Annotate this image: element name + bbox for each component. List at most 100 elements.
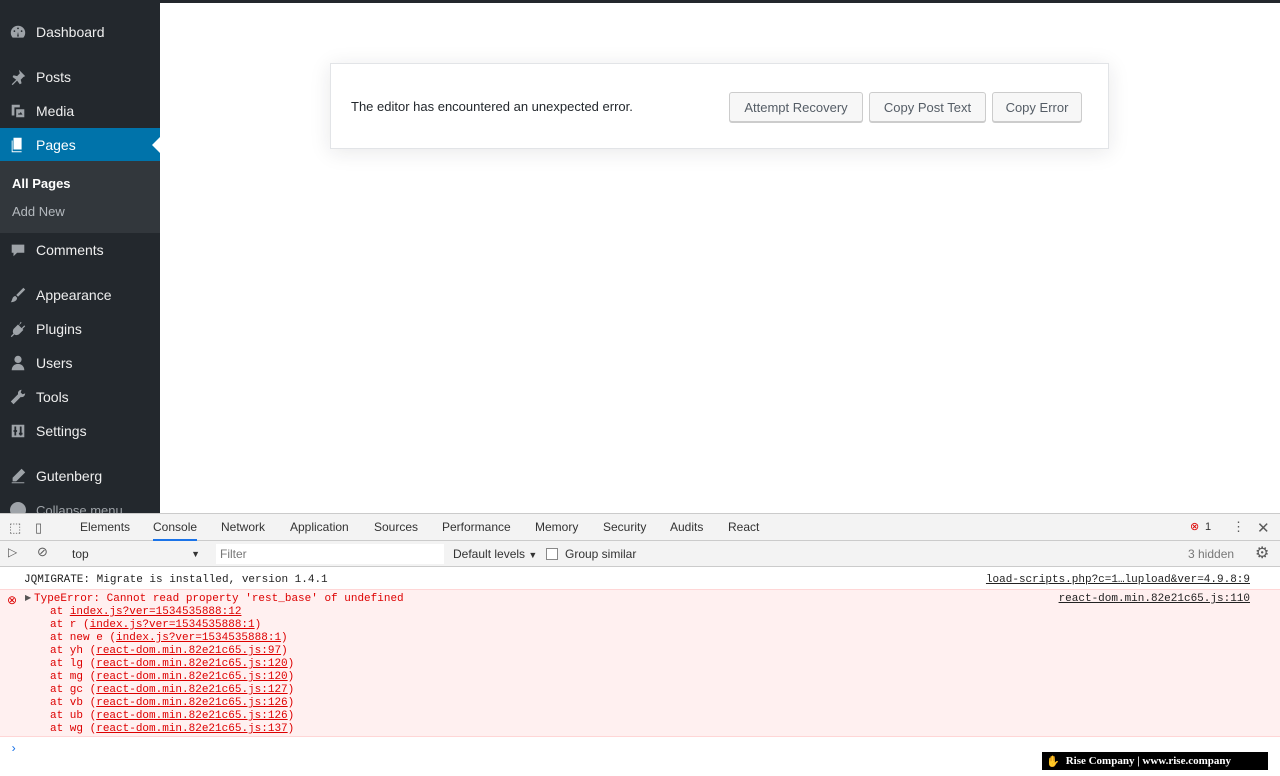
- close-icon[interactable]: ✕: [1257, 519, 1270, 537]
- stack-frame-prefix: at gc (: [50, 684, 97, 696]
- pages-submenu: All Pages Add New: [0, 161, 160, 233]
- watermark: ✋ Rise Company | www.rise.company: [1042, 752, 1268, 770]
- log-levels-label: Default levels: [453, 547, 526, 561]
- tab-security[interactable]: Security: [603, 514, 646, 541]
- sidebar-item-label: Appearance: [36, 287, 112, 303]
- tab-react[interactable]: React: [728, 514, 759, 541]
- stack-frame-prefix: at mg (: [50, 671, 97, 683]
- clear-console-icon[interactable]: ⊘: [37, 544, 48, 560]
- pages-icon: [0, 136, 36, 154]
- stack-frame-suffix: ): [281, 632, 288, 644]
- stack-frame-suffix: ): [281, 645, 288, 657]
- hidden-count: 3 hidden: [1188, 547, 1235, 561]
- stack-trace-line: at ub (react-dom.min.82e21c65.js:126): [50, 710, 294, 722]
- tab-audits[interactable]: Audits: [670, 514, 703, 541]
- more-options-icon[interactable]: ⋮: [1232, 519, 1245, 535]
- tab-application[interactable]: Application: [290, 514, 349, 541]
- tab-network[interactable]: Network: [221, 514, 265, 541]
- sidebar-item-gutenberg[interactable]: Gutenberg: [0, 459, 160, 493]
- sidebar-item-comments[interactable]: Comments: [0, 233, 160, 267]
- stack-frame-suffix: ): [287, 697, 295, 709]
- comments-icon: [0, 241, 36, 259]
- stack-frame-link[interactable]: index.js?ver=1534535888:1: [116, 632, 281, 644]
- device-toolbar-icon[interactable]: ▯: [35, 520, 42, 536]
- stack-frame-link[interactable]: react-dom.min.82e21c65.js:126: [96, 710, 287, 722]
- dashboard-icon: [0, 23, 36, 41]
- console-toolbar: ▷ ⊘ top ▼ Default levels ▼ Group similar…: [0, 541, 1280, 567]
- stack-frame-link[interactable]: react-dom.min.82e21c65.js:127: [96, 684, 287, 696]
- media-icon: [0, 102, 36, 120]
- brush-icon: [0, 286, 36, 304]
- editor-error-notice: The editor has encountered an unexpected…: [330, 63, 1109, 149]
- console-error-message: ⊗ ▶ TypeError: Cannot read property 'res…: [0, 589, 1280, 737]
- sidebar-item-label: Comments: [36, 242, 104, 258]
- sidebar-item-tools[interactable]: Tools: [0, 380, 160, 414]
- collapse-menu[interactable]: Collapse menu: [0, 498, 160, 513]
- sidebar-item-posts[interactable]: Posts: [0, 60, 160, 94]
- stack-frame-link[interactable]: react-dom.min.82e21c65.js:120: [96, 671, 287, 683]
- stack-frame-suffix: ): [254, 619, 262, 631]
- error-count[interactable]: 1: [1205, 514, 1211, 541]
- stack-frame-suffix: ): [287, 658, 295, 670]
- devtools-panel: ⬚ ▯ Elements Console Network Application…: [0, 513, 1280, 775]
- stack-trace-line: at lg (react-dom.min.82e21c65.js:120): [50, 658, 294, 670]
- tab-memory[interactable]: Memory: [535, 514, 578, 541]
- group-similar-label: Group similar: [565, 547, 637, 561]
- copy-post-text-button[interactable]: Copy Post Text: [869, 92, 986, 122]
- pencil-icon: [0, 467, 36, 485]
- console-prompt-icon[interactable]: ›: [10, 742, 17, 756]
- settings-icon: [0, 422, 36, 440]
- stack-frame-prefix: at vb (: [50, 697, 97, 709]
- console-log-message: JQMIGRATE: Migrate is installed, version…: [0, 572, 1280, 590]
- sidebar-item-settings[interactable]: Settings: [0, 414, 160, 448]
- error-source-link[interactable]: react-dom.min.82e21c65.js:110: [1059, 593, 1250, 605]
- attempt-recovery-button[interactable]: Attempt Recovery: [729, 92, 863, 122]
- stack-frame-suffix: ): [287, 710, 295, 722]
- stack-frame-link[interactable]: react-dom.min.82e21c65.js:137: [96, 723, 287, 735]
- context-select[interactable]: top ▼: [66, 544, 206, 564]
- sidebar-item-users[interactable]: Users: [0, 346, 160, 380]
- tab-elements[interactable]: Elements: [80, 514, 130, 541]
- sidebar-item-label: Gutenberg: [36, 468, 103, 484]
- submenu-item-add-new[interactable]: Add New: [12, 204, 65, 219]
- gear-icon[interactable]: ⚙: [1255, 543, 1269, 563]
- stack-trace-line: at r (index.js?ver=1534535888:1): [50, 619, 261, 631]
- sidebar-item-dashboard[interactable]: Dashboard: [0, 15, 160, 49]
- plugin-icon: [0, 320, 36, 338]
- log-levels-select[interactable]: Default levels ▼: [453, 547, 537, 561]
- sidebar-item-label: Plugins: [36, 321, 82, 337]
- sidebar-item-label: Settings: [36, 423, 87, 439]
- stack-trace-line: at mg (react-dom.min.82e21c65.js:120): [50, 671, 294, 683]
- stack-frame-link[interactable]: react-dom.min.82e21c65.js:120: [96, 658, 287, 670]
- copy-error-button[interactable]: Copy Error: [992, 92, 1082, 122]
- stack-frame-suffix: ): [287, 684, 295, 696]
- stack-frame-prefix: at lg (: [50, 658, 97, 670]
- expand-triangle-icon[interactable]: ▶: [25, 593, 31, 603]
- tab-performance[interactable]: Performance: [442, 514, 511, 541]
- stack-frame-link[interactable]: index.js?ver=1534535888:12: [70, 606, 242, 618]
- stack-frame-link[interactable]: index.js?ver=1534535888:1: [90, 619, 255, 631]
- sidebar-item-media[interactable]: Media: [0, 94, 160, 128]
- inspect-element-icon[interactable]: ⬚: [9, 520, 21, 536]
- stack-trace-line: at yh (react-dom.min.82e21c65.js:97): [50, 645, 288, 657]
- dropdown-arrow-icon: ▼: [528, 550, 538, 560]
- group-similar-checkbox[interactable]: [546, 548, 558, 560]
- sidebar-item-label: Users: [36, 355, 73, 371]
- sidebar-item-label: Tools: [36, 389, 69, 405]
- error-icon: ⊗: [7, 594, 18, 608]
- stack-frame-link[interactable]: react-dom.min.82e21c65.js:97: [96, 645, 281, 657]
- sidebar-item-pages[interactable]: Pages: [0, 128, 160, 162]
- admin-sidebar: Dashboard Posts Media Pages All Pages Ad…: [0, 0, 160, 513]
- watermark-text: Rise Company | www.rise.company: [1065, 755, 1231, 767]
- console-filter-input[interactable]: [216, 544, 444, 564]
- sidebar-item-appearance[interactable]: Appearance: [0, 278, 160, 312]
- submenu-item-all-pages[interactable]: All Pages: [12, 176, 71, 191]
- tab-console[interactable]: Console: [153, 514, 198, 541]
- tab-sources[interactable]: Sources: [374, 514, 418, 541]
- sidebar-item-plugins[interactable]: Plugins: [0, 312, 160, 346]
- sidebar-toggle-icon[interactable]: ▷: [8, 545, 17, 559]
- log-text: JQMIGRATE: Migrate is installed, version…: [24, 574, 328, 586]
- log-source-link[interactable]: load-scripts.php?c=1…lupload&ver=4.9.8:9: [986, 574, 1250, 586]
- stack-frame-link[interactable]: react-dom.min.82e21c65.js:126: [96, 697, 287, 709]
- dropdown-arrow-icon: ▼: [191, 549, 200, 559]
